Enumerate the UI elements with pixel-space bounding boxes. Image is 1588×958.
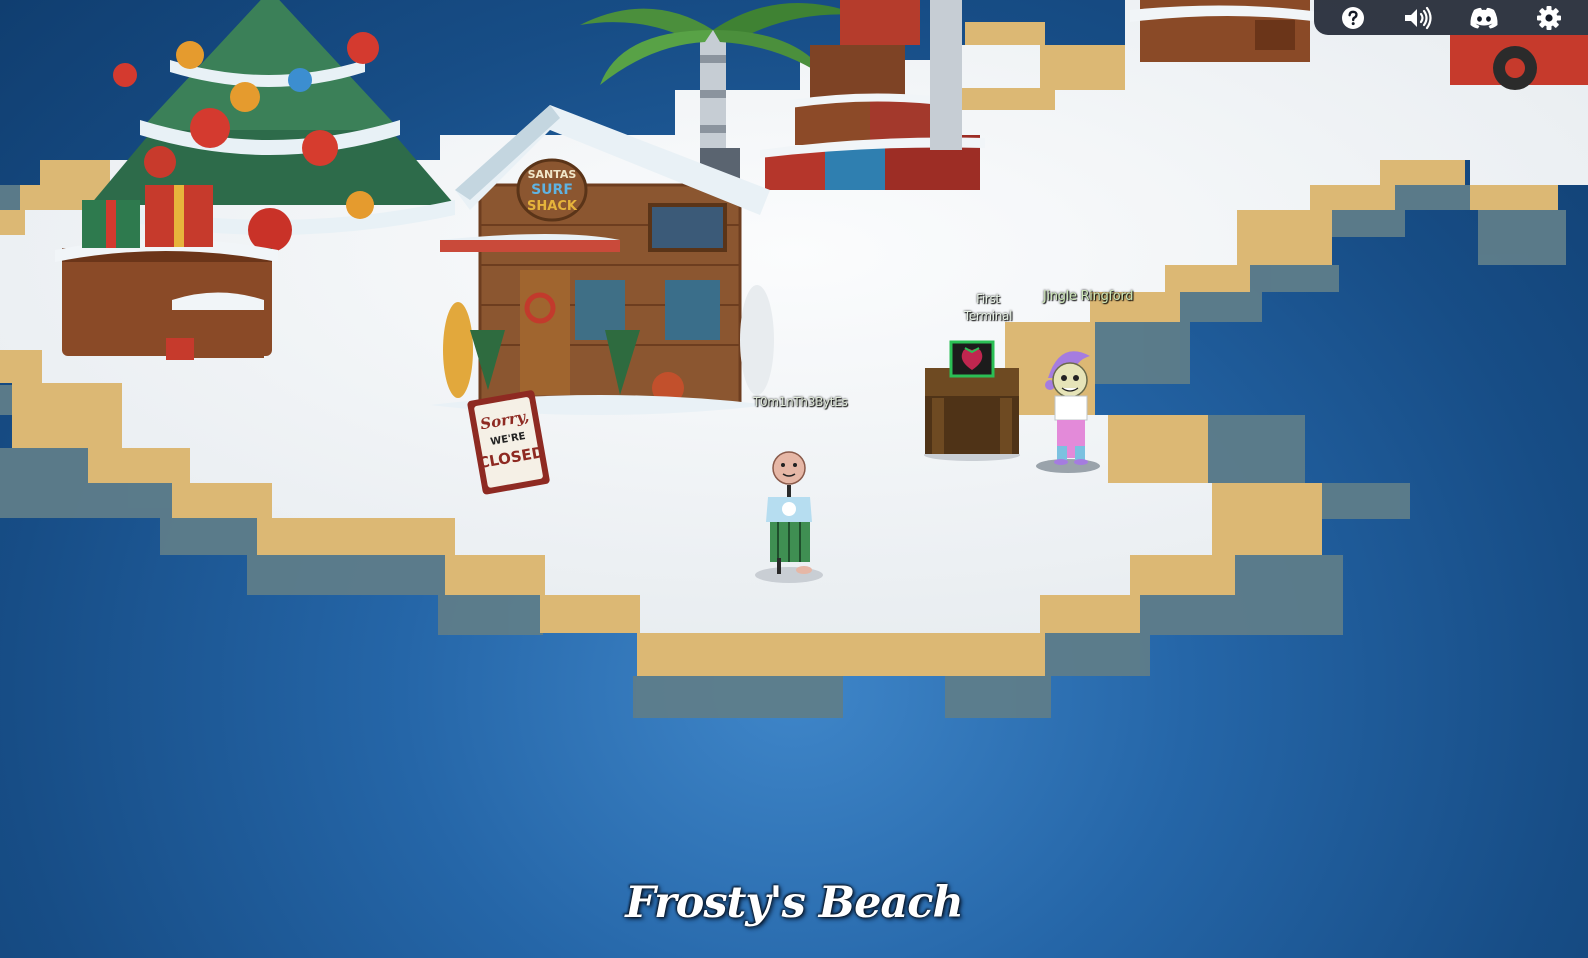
volume-icon — [1405, 6, 1432, 29]
gear-icon — [1537, 5, 1562, 30]
top-toolbar — [1314, 0, 1588, 35]
crate-pile — [1130, 0, 1320, 62]
player-name-label: T0m1nTh3BytEs — [753, 395, 848, 409]
shack-sign: SANTAS SURF SHACK — [516, 158, 588, 222]
discord-icon — [1470, 7, 1498, 29]
game-scene[interactable]: SANTAS SURF SHACK Sorry, WE'RE CLOSED — [0, 0, 1588, 958]
npc-name-label: Jingle Ringford — [1043, 289, 1134, 304]
christmas-tree — [90, 0, 455, 252]
shack-sign-line3: SHACK — [527, 199, 578, 214]
shack-sign-line1: SANTAS — [528, 168, 577, 181]
terminal-name-label: First Terminal — [963, 292, 1013, 323]
snow-truck — [1450, 35, 1588, 90]
volume-button[interactable] — [1400, 3, 1436, 33]
help-icon — [1341, 6, 1364, 29]
location-title: Frosty's Beach — [625, 878, 964, 928]
discord-button[interactable] — [1466, 3, 1502, 33]
help-button[interactable] — [1335, 3, 1371, 33]
shack-sign-line2: SURF — [531, 182, 573, 198]
settings-button[interactable] — [1531, 3, 1567, 33]
